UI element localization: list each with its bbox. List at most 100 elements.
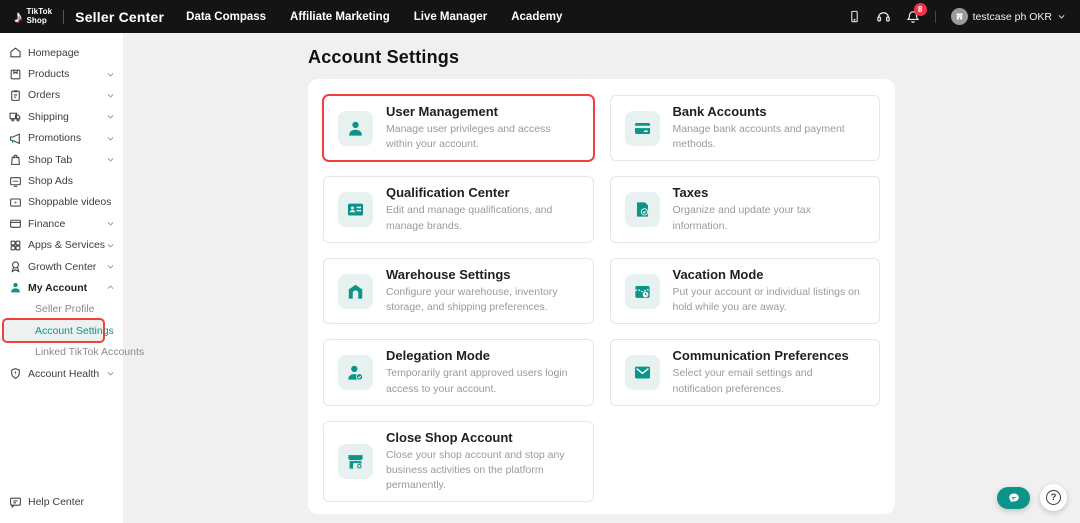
- bell-notification-icon[interactable]: 8: [906, 9, 920, 24]
- card-description: Select your email settings and notificat…: [673, 366, 866, 396]
- shipping-icon: [9, 110, 22, 123]
- sidebar-item-promotions[interactable]: Promotions: [0, 128, 123, 149]
- card-title: User Management: [386, 104, 579, 119]
- tiktok-shop-logo[interactable]: ♪ TikTok Shop: [14, 8, 52, 26]
- topbar-nav: Data Compass Affiliate Marketing Live Ma…: [186, 11, 562, 23]
- card-delegation-mode[interactable]: Delegation Mode Temporarily grant approv…: [323, 339, 594, 405]
- card-description: Close your shop account and stop any bus…: [386, 448, 579, 494]
- account-menu[interactable]: testcase ph OKR: [951, 8, 1066, 25]
- sidebar-item-shop-ads[interactable]: Shop Ads: [0, 170, 123, 191]
- nav-academy[interactable]: Academy: [511, 11, 562, 23]
- card-title: Warehouse Settings: [386, 267, 579, 282]
- sidebar-item-growth-center[interactable]: Growth Center: [0, 256, 123, 277]
- card-description: Edit and manage qualifications, and mana…: [386, 203, 579, 233]
- user-management-icon: [338, 111, 373, 146]
- card-communication-preferences[interactable]: Communication Preferences Select your em…: [610, 339, 881, 405]
- sidebar-subitem-linked-tiktok-accounts[interactable]: Linked TikTok Accounts: [0, 341, 123, 362]
- sidebar-item-shipping[interactable]: Shipping: [0, 106, 123, 127]
- chat-support-button[interactable]: [997, 487, 1030, 509]
- card-qualification-center[interactable]: Qualification Center Edit and manage qua…: [323, 176, 594, 242]
- my-account-icon: [9, 281, 22, 294]
- delegation-mode-icon: [338, 355, 373, 390]
- bank-accounts-icon: [625, 111, 660, 146]
- avatar: [951, 8, 968, 25]
- card-description: Organize and update your tax information…: [673, 203, 866, 233]
- chevron-up-icon: [106, 283, 115, 292]
- card-description: Configure your warehouse, inventory stor…: [386, 285, 579, 315]
- tiktok-note-icon: ♪: [14, 8, 23, 25]
- card-taxes[interactable]: Taxes Organize and update your tax infor…: [610, 176, 881, 242]
- chevron-down-icon: [106, 369, 115, 378]
- card-title: Taxes: [673, 185, 866, 200]
- card-close-shop-account[interactable]: Close Shop Account Close your shop accou…: [323, 421, 594, 503]
- shoppable-videos-icon: [9, 196, 22, 209]
- chevron-down-icon: [106, 262, 115, 271]
- chevron-down-icon: [106, 155, 115, 164]
- apps-services-icon: [9, 239, 22, 252]
- communication-preferences-icon: [625, 355, 660, 390]
- sidebar-item-orders[interactable]: Orders: [0, 85, 123, 106]
- home-icon: [9, 46, 22, 59]
- card-description: Temporarily grant approved users login a…: [386, 366, 579, 396]
- products-icon: [9, 68, 22, 81]
- chevron-down-icon: [106, 241, 115, 250]
- nav-live-manager[interactable]: Live Manager: [414, 11, 488, 23]
- topbar-divider: [935, 11, 936, 23]
- chevron-down-icon: [1057, 12, 1066, 21]
- chat-bubble-icon: [1008, 492, 1020, 504]
- card-title: Bank Accounts: [673, 104, 866, 119]
- sidebar-item-shop-tab[interactable]: Shop Tab: [0, 149, 123, 170]
- vacation-mode-icon: [625, 274, 660, 309]
- sidebar-item-my-account[interactable]: My Account: [0, 277, 123, 298]
- card-title: Vacation Mode: [673, 267, 866, 282]
- help-button[interactable]: ?: [1040, 484, 1067, 511]
- logo-line1: TikTok: [27, 7, 53, 16]
- main-content: Account Settings User Management Manage …: [123, 33, 1080, 523]
- headset-support-icon[interactable]: [876, 9, 891, 24]
- account-settings-panel: User Management Manage user privileges a…: [308, 79, 895, 514]
- card-user-management[interactable]: User Management Manage user privileges a…: [323, 95, 594, 161]
- sidebar-item-finance[interactable]: Finance: [0, 213, 123, 234]
- sidebar-item-homepage[interactable]: Homepage: [0, 42, 123, 63]
- question-mark-icon: ?: [1046, 490, 1061, 505]
- tiktok-shop-logo-text: TikTok Shop: [27, 8, 53, 26]
- account-health-icon: [9, 367, 22, 380]
- chevron-down-icon: [106, 70, 115, 79]
- nav-data-compass[interactable]: Data Compass: [186, 11, 266, 23]
- taxes-icon: [625, 192, 660, 227]
- sidebar-item-apps-services[interactable]: Apps & Services: [0, 235, 123, 256]
- sidebar: Homepage Products Orders Shipping Promot…: [0, 33, 123, 523]
- card-title: Delegation Mode: [386, 348, 579, 363]
- nav-affiliate-marketing[interactable]: Affiliate Marketing: [290, 11, 390, 23]
- chevron-down-icon: [106, 134, 115, 143]
- sidebar-item-products[interactable]: Products: [0, 63, 123, 84]
- card-title: Close Shop Account: [386, 430, 579, 445]
- mobile-app-icon[interactable]: [848, 9, 861, 24]
- account-name: testcase ph OKR: [973, 11, 1052, 23]
- card-description: Manage user privileges and access within…: [386, 122, 579, 152]
- chevron-down-icon: [106, 112, 115, 121]
- shop-ads-icon: [9, 175, 22, 188]
- orders-icon: [9, 89, 22, 102]
- close-shop-account-icon: [338, 444, 373, 479]
- sidebar-subitem-seller-profile[interactable]: Seller Profile: [0, 299, 123, 320]
- card-description: Manage bank accounts and payment methods…: [673, 122, 866, 152]
- card-title: Communication Preferences: [673, 348, 866, 363]
- seller-center-brand[interactable]: Seller Center: [75, 9, 164, 25]
- card-description: Put your account or individual listings …: [673, 285, 866, 315]
- finance-icon: [9, 217, 22, 230]
- card-vacation-mode[interactable]: Vacation Mode Put your account or indivi…: [610, 258, 881, 324]
- sidebar-help-center[interactable]: Help Center: [0, 491, 123, 513]
- card-bank-accounts[interactable]: Bank Accounts Manage bank accounts and p…: [610, 95, 881, 161]
- page-title: Account Settings: [308, 47, 895, 68]
- card-warehouse-settings[interactable]: Warehouse Settings Configure your wareho…: [323, 258, 594, 324]
- sidebar-subitem-account-settings[interactable]: Account Settings: [4, 320, 103, 341]
- qualification-center-icon: [338, 192, 373, 227]
- notification-count-badge: 8: [914, 3, 927, 16]
- chevron-down-icon: [106, 219, 115, 228]
- top-navigation-bar: ♪ TikTok Shop Seller Center Data Compass…: [0, 0, 1080, 33]
- shop-tab-icon: [9, 153, 22, 166]
- sidebar-item-account-health[interactable]: Account Health: [0, 363, 123, 384]
- promotions-icon: [9, 132, 22, 145]
- sidebar-item-shoppable-videos[interactable]: Shoppable videos: [0, 192, 123, 213]
